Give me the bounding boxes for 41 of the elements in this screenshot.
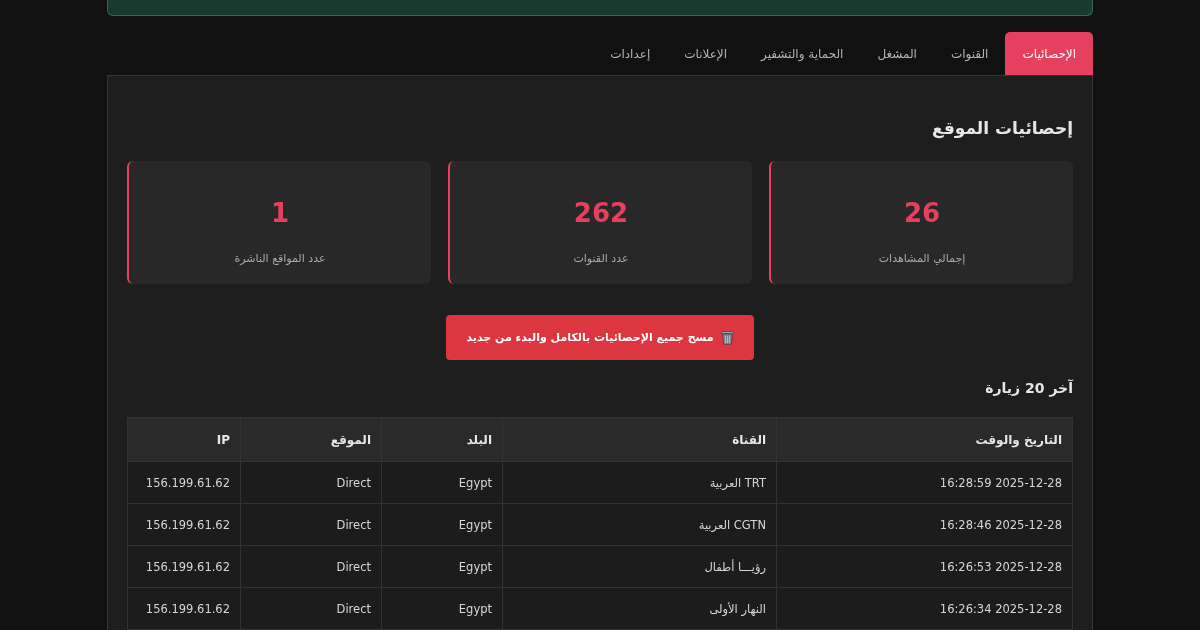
table-cell: النهار الأولى bbox=[502, 587, 777, 630]
stat-value: 262 bbox=[573, 197, 629, 230]
column-header: الموقع bbox=[240, 417, 382, 462]
section-title: إحصائيات الموقع bbox=[931, 117, 1073, 140]
tab[interactable]: الإحصائيات bbox=[1005, 32, 1093, 75]
stat-value: 1 bbox=[270, 197, 290, 230]
column-header: IP bbox=[127, 417, 241, 462]
reset-button[interactable]: مسح جميع الإحصائيات بالكامل والبدء من جديد bbox=[446, 315, 754, 360]
table-cell: 2025-12-28 16:28:59 bbox=[776, 461, 1073, 504]
table-cell: 2025-12-28 16:28:46 bbox=[776, 503, 1073, 546]
table-cell: رؤيـــا أطفال bbox=[502, 545, 777, 588]
tab[interactable]: الحماية والتشفير bbox=[744, 32, 861, 75]
table-cell: Egypt bbox=[381, 503, 503, 546]
tab[interactable]: الإعلانات bbox=[667, 32, 745, 75]
table-cell: Egypt bbox=[381, 461, 503, 504]
stat-label: عدد القنوات bbox=[573, 251, 629, 267]
table-cell: CGTN العربية bbox=[502, 503, 777, 546]
trash-icon bbox=[720, 330, 734, 345]
table-cell: Direct bbox=[240, 587, 382, 630]
tab[interactable]: إعدادات bbox=[593, 32, 668, 75]
column-header: القناة bbox=[502, 417, 777, 462]
stat-value: 26 bbox=[903, 197, 941, 230]
column-header: البلد bbox=[381, 417, 503, 462]
table-cell: 2025-12-28 16:26:34 bbox=[776, 587, 1073, 630]
tab[interactable]: المشغل bbox=[860, 32, 934, 75]
column-header: التاريخ والوقت bbox=[776, 417, 1073, 462]
table-cell: Egypt bbox=[381, 587, 503, 630]
table-cell: Egypt bbox=[381, 545, 503, 588]
stat-label: إجمالي المشاهدات bbox=[878, 251, 966, 267]
table-cell: 156.199.61.62 bbox=[127, 545, 241, 588]
table-cell: TRT العربية bbox=[502, 461, 777, 504]
stat-label: عدد المواقع الناشرة bbox=[234, 251, 326, 267]
table-cell: Direct bbox=[240, 545, 382, 588]
tab[interactable]: القنوات bbox=[933, 32, 1006, 75]
section-title: آخر 20 زيارة bbox=[984, 378, 1073, 398]
table-cell: Direct bbox=[240, 503, 382, 546]
table-cell: 2025-12-28 16:26:53 bbox=[776, 545, 1073, 588]
table-cell: Direct bbox=[240, 461, 382, 504]
table-cell: 156.199.61.62 bbox=[127, 587, 241, 630]
table-cell: 156.199.61.62 bbox=[127, 461, 241, 504]
table-cell: 156.199.61.62 bbox=[127, 503, 241, 546]
